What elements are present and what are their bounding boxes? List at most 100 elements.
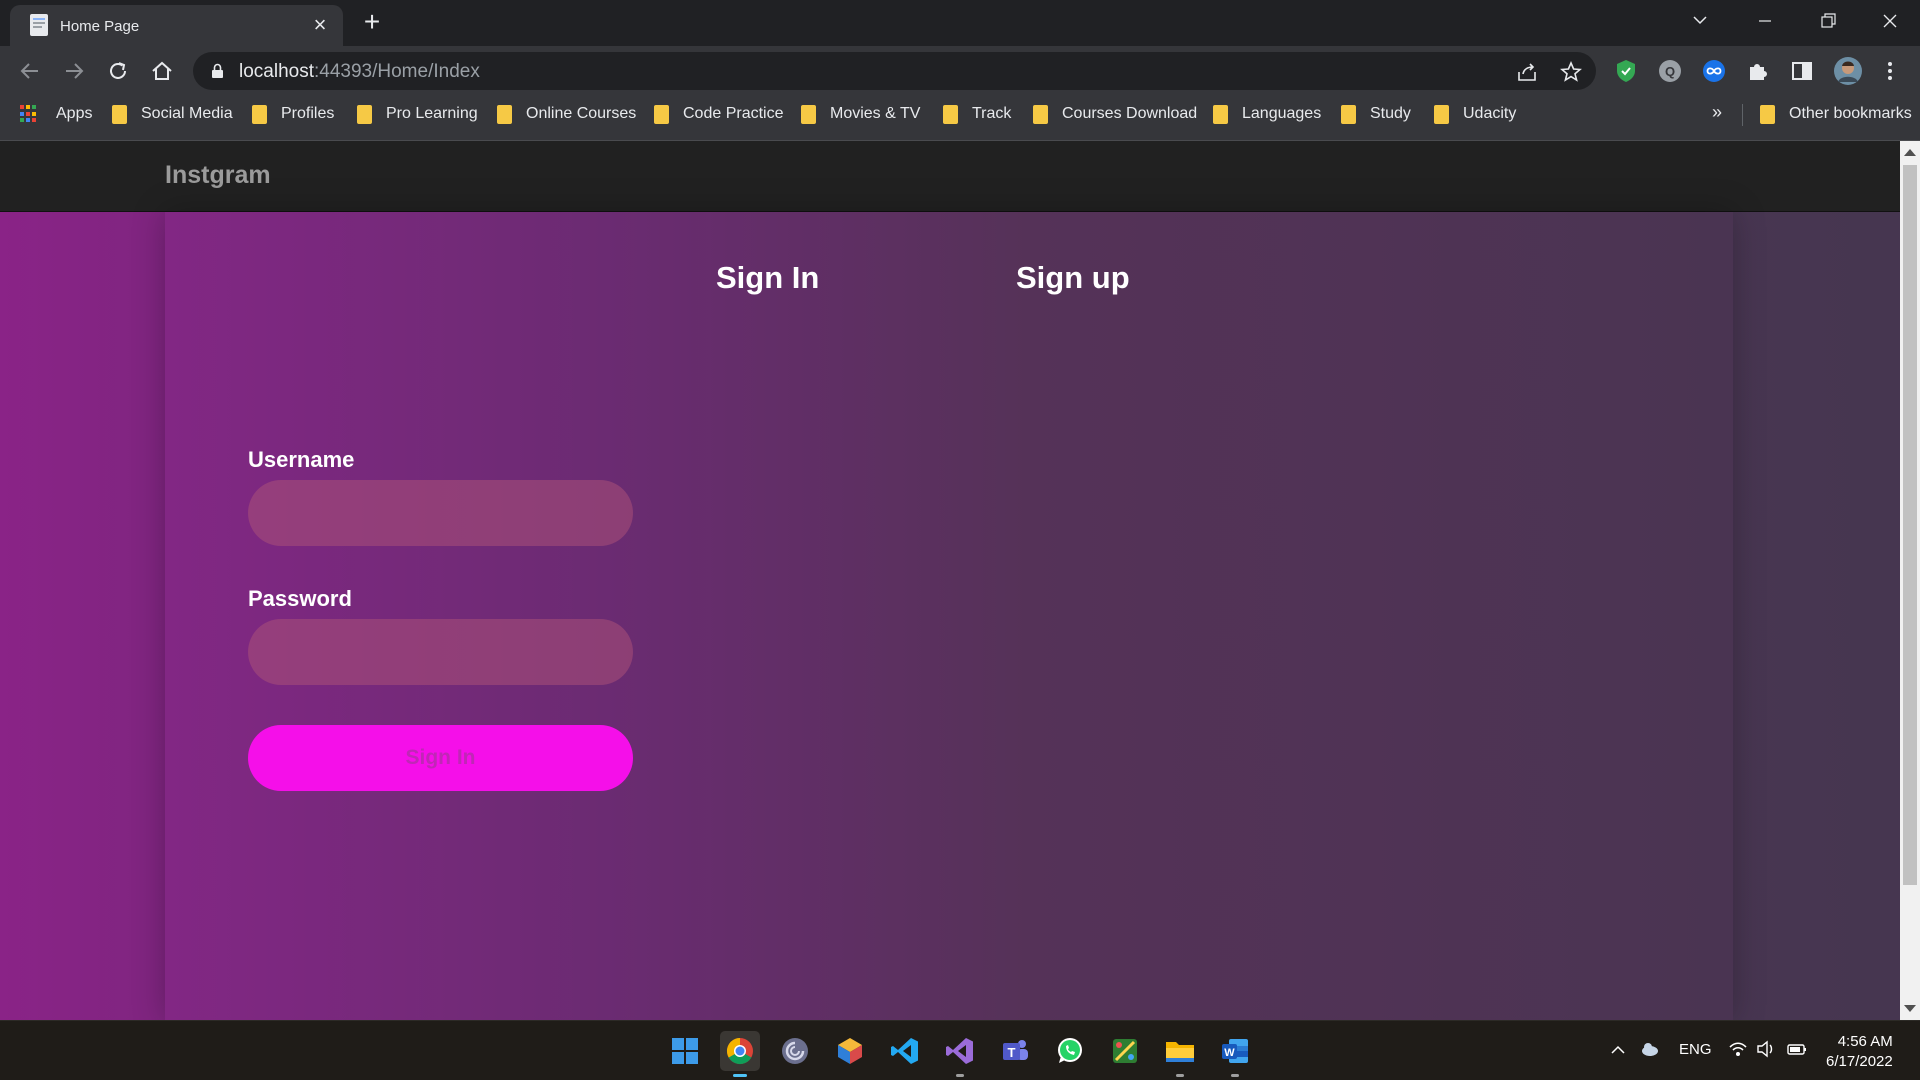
share-icon[interactable]	[1515, 60, 1539, 84]
folder-icon	[112, 104, 127, 124]
input-language[interactable]: ENG	[1679, 1041, 1712, 1058]
chrome-icon[interactable]	[720, 1031, 760, 1077]
bookmark-folder-languages[interactable]: Languages	[1213, 96, 1321, 132]
tab-search-chevron-icon[interactable]	[1680, 6, 1720, 36]
bookmark-label: Social Media	[141, 105, 233, 122]
bookmark-folder-courses-download[interactable]: Courses Download	[1033, 96, 1197, 132]
puzzle-extensions-icon[interactable]	[1745, 58, 1771, 84]
visual-studio-icon[interactable]	[940, 1031, 980, 1077]
volume-icon[interactable]	[1756, 1040, 1776, 1058]
url-text[interactable]: localhost:44393/Home/Index	[239, 61, 480, 83]
close-window-icon[interactable]	[1870, 6, 1910, 36]
folder-icon	[1341, 104, 1356, 124]
shield-extension-icon[interactable]	[1613, 58, 1639, 84]
tab-title: Home Page	[60, 18, 140, 35]
running-indicator	[956, 1074, 964, 1077]
apps-grid-icon	[20, 105, 38, 123]
bookmark-star-icon[interactable]	[1559, 60, 1583, 84]
browser-toolbar: localhost:44393/Home/Index Q	[0, 46, 1920, 96]
bookmarks-overflow-chevron-icon[interactable]: »	[1712, 102, 1722, 123]
address-bar[interactable]: localhost:44393/Home/Index	[193, 52, 1596, 90]
snip-tool-icon[interactable]	[1105, 1031, 1145, 1071]
bookmark-label: Languages	[1242, 105, 1322, 122]
bookmark-label: Courses Download	[1062, 105, 1198, 122]
bookmark-folder-track[interactable]: Track	[943, 96, 1011, 132]
teams-icon[interactable]: T	[995, 1031, 1035, 1071]
tab-sign-in[interactable]: Sign In	[716, 260, 819, 296]
system-clock[interactable]: 4:56 AM 6/17/2022	[1826, 1032, 1893, 1072]
password-label: Password	[248, 586, 352, 611]
restore-icon[interactable]	[1808, 6, 1848, 36]
bookmark-folder-study[interactable]: Study	[1341, 96, 1411, 132]
tab-sign-up[interactable]: Sign up	[1016, 260, 1130, 296]
file-explorer-icon[interactable]	[1160, 1031, 1200, 1077]
folder-icon	[943, 104, 958, 124]
scroll-up-arrow-icon[interactable]	[1904, 149, 1916, 156]
username-input[interactable]	[248, 480, 633, 546]
word-icon[interactable]: W	[1215, 1031, 1255, 1077]
folder-icon	[1213, 104, 1228, 124]
site-brand[interactable]: Instgram	[165, 161, 271, 190]
onedrive-icon[interactable]	[1640, 1039, 1660, 1059]
clock-date: 6/17/2022	[1826, 1053, 1893, 1070]
svg-text:T: T	[1008, 1045, 1016, 1060]
bookmark-label: Movies & TV	[830, 105, 921, 122]
back-arrow-icon[interactable]	[17, 58, 43, 84]
profile-avatar[interactable]	[1833, 56, 1863, 86]
minimize-icon[interactable]	[1745, 6, 1785, 36]
folder-icon	[801, 104, 816, 124]
side-panel-icon[interactable]	[1789, 58, 1815, 84]
scroll-down-arrow-icon[interactable]	[1904, 1005, 1916, 1012]
wifi-icon[interactable]	[1728, 1040, 1748, 1058]
start-windows-icon[interactable]	[665, 1031, 705, 1071]
running-indicator	[1176, 1074, 1184, 1077]
svg-text:W: W	[1224, 1047, 1235, 1059]
bookmark-label: Apps	[56, 105, 93, 122]
home-icon[interactable]	[149, 58, 175, 84]
bookmark-folder-udacity[interactable]: Udacity	[1434, 96, 1516, 132]
active-indicator	[733, 1074, 747, 1077]
browser-titlebar: Home Page × +	[0, 0, 1920, 46]
vscode-icon[interactable]	[885, 1031, 925, 1071]
lock-icon[interactable]	[211, 63, 224, 79]
folder-icon	[252, 104, 267, 124]
battery-icon[interactable]	[1786, 1040, 1808, 1058]
tab-close-icon[interactable]: ×	[309, 14, 331, 36]
bookmark-folder-movies-tv[interactable]: Movies & TV	[801, 96, 920, 132]
folder-icon	[497, 104, 512, 124]
bookmark-label: Online Courses	[526, 105, 637, 122]
bookmark-apps[interactable]: Apps	[20, 96, 92, 132]
bookmark-folder-profiles[interactable]: Profiles	[252, 96, 334, 132]
bookmark-label: Profiles	[281, 105, 335, 122]
folder-icon	[357, 104, 372, 124]
svg-text:Q: Q	[1665, 64, 1675, 79]
cube-app-icon[interactable]	[830, 1031, 870, 1071]
bookmarks-bar: Apps Social Media Profiles Pro Learning …	[0, 96, 1920, 141]
bookmark-folder-pro-learning[interactable]: Pro Learning	[357, 96, 478, 132]
reload-icon[interactable]	[105, 58, 131, 84]
site-navbar: Instgram	[0, 141, 1900, 212]
bookmark-folder-code-practice[interactable]: Code Practice	[654, 96, 784, 132]
bookmark-label: Pro Learning	[386, 105, 478, 122]
scrollbar-thumb[interactable]	[1903, 165, 1917, 885]
bookmark-label: Code Practice	[683, 105, 784, 122]
new-tab-icon[interactable]: +	[358, 8, 386, 36]
folder-icon	[654, 104, 669, 124]
infinity-extension-icon[interactable]	[1701, 58, 1727, 84]
bookmark-label: Study	[1370, 105, 1411, 122]
browser-tab-active[interactable]: Home Page ×	[10, 5, 343, 46]
forward-arrow-icon[interactable]	[61, 58, 87, 84]
page-scrollbar[interactable]	[1900, 141, 1920, 1020]
menu-kebab-icon[interactable]	[1877, 58, 1903, 84]
swirl-app-icon[interactable]	[775, 1031, 815, 1071]
bookmark-folder-social-media[interactable]: Social Media	[112, 96, 233, 132]
sign-in-button[interactable]: Sign In	[248, 725, 633, 791]
bookmark-folder-online-courses[interactable]: Online Courses	[497, 96, 636, 132]
bookmark-label: Other bookmarks	[1789, 105, 1912, 122]
bookmarks-divider	[1742, 104, 1743, 126]
password-input[interactable]	[248, 619, 633, 685]
q-extension-icon[interactable]: Q	[1657, 58, 1683, 84]
tray-overflow-chevron-icon[interactable]	[1610, 1043, 1626, 1057]
bookmark-folder-other[interactable]: Other bookmarks	[1760, 96, 1912, 132]
whatsapp-icon[interactable]	[1050, 1031, 1090, 1071]
